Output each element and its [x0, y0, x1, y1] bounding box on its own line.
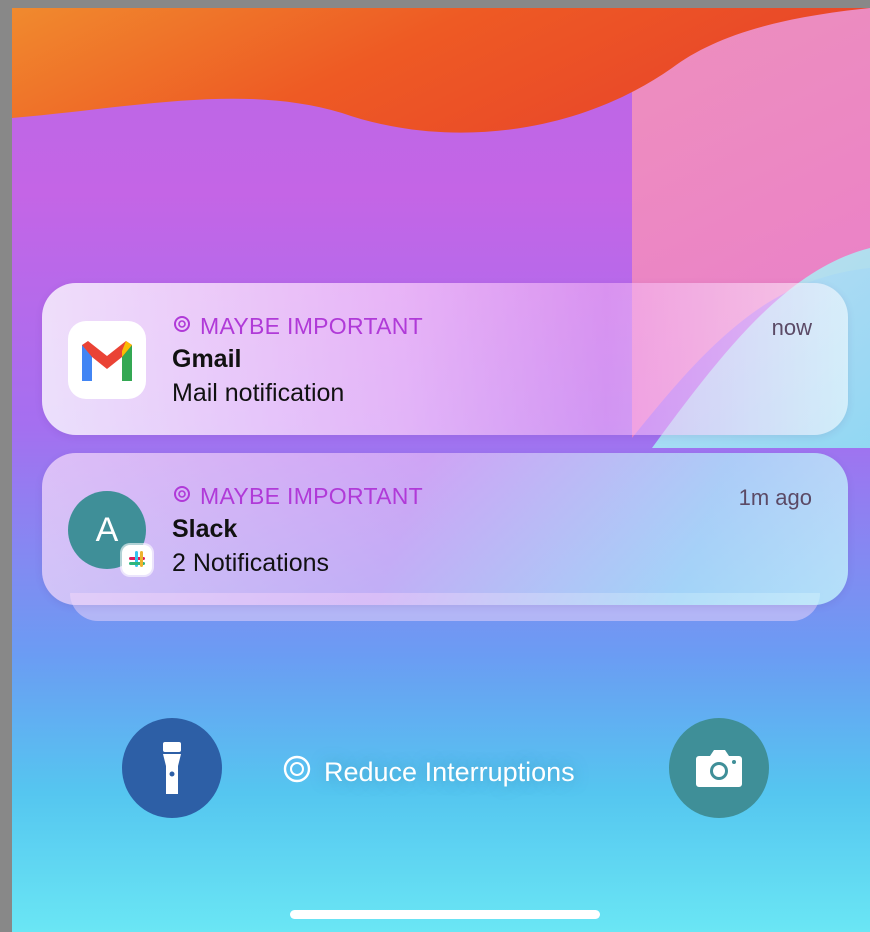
notification-body: Mail notification	[172, 379, 345, 407]
focus-icon	[172, 484, 192, 509]
notification-title: Gmail	[172, 345, 242, 373]
lock-screen: MAYBE IMPORTANT Gmail Mail notification …	[12, 8, 870, 932]
focus-label: Reduce Interruptions	[324, 757, 575, 787]
focus-icon	[280, 752, 314, 793]
notification-gmail[interactable]: MAYBE IMPORTANT Gmail Mail notification …	[42, 283, 848, 435]
camera-icon	[696, 750, 742, 787]
flashlight-icon	[163, 742, 181, 794]
notification-slack[interactable]: A MAYBE IMPORTANT Slack 2 Notifications …	[42, 453, 848, 605]
focus-mode-indicator[interactable]: Reduce Interruptions	[280, 752, 575, 793]
home-indicator[interactable]	[290, 910, 600, 919]
notification-time: now	[771, 315, 812, 340]
gmail-icon	[68, 321, 146, 399]
camera-button[interactable]	[669, 718, 769, 818]
notification-time: 1m ago	[738, 485, 812, 510]
notification-body: 2 Notifications	[172, 549, 330, 577]
notification-title: Slack	[172, 515, 238, 543]
category-label: MAYBE IMPORTANT	[200, 483, 424, 509]
flashlight-button[interactable]	[122, 718, 222, 818]
slack-icon	[122, 545, 152, 575]
category-label: MAYBE IMPORTANT	[200, 313, 424, 339]
focus-icon	[172, 314, 192, 339]
